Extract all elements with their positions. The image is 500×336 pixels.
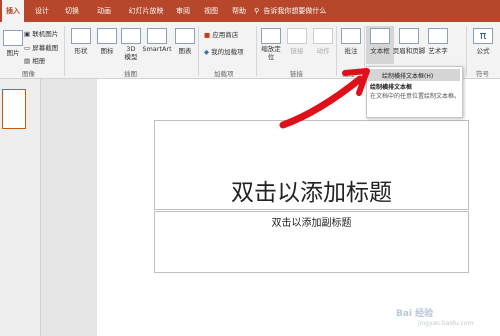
online-pictures-label: 联机图片	[32, 30, 59, 38]
wordart-icon	[428, 28, 448, 44]
tab-help[interactable]: 帮助	[228, 0, 250, 22]
watermark: Bai 经验	[396, 309, 434, 319]
shapes-icon	[71, 28, 91, 44]
link-label: 链接	[290, 47, 304, 55]
smartart-icon	[147, 28, 167, 44]
tell-me-text: 告诉我你想要做什么	[263, 7, 327, 15]
zoom-button[interactable]: 缩放定 位	[258, 26, 284, 61]
link-icon	[287, 28, 307, 44]
wordart-button[interactable]: 艺术字	[426, 26, 450, 55]
watermark-url: jingyan.baidu.com	[418, 320, 474, 327]
album-icon: ▤	[24, 57, 33, 65]
smartart-button[interactable]: SmartArt	[142, 26, 172, 53]
action-icon	[313, 28, 333, 44]
picture-button[interactable]: 图片	[0, 28, 26, 57]
subtitle-placeholder-text: 双击以添加副标题	[271, 218, 352, 229]
formula-button[interactable]: π 公式	[470, 26, 496, 55]
tooltip-title: 绘制横排文本框	[370, 84, 413, 91]
group-illustrations-label: 插图	[124, 70, 137, 78]
icons-button[interactable]: 图标	[94, 26, 120, 55]
separator	[466, 26, 467, 76]
3d-model-button[interactable]: 3D 模型	[118, 26, 144, 61]
lightbulb-icon: ⚲	[254, 7, 260, 15]
textbox-button[interactable]: 文本框	[366, 26, 394, 64]
separator	[256, 26, 257, 76]
comment-button[interactable]: 批注	[338, 26, 364, 55]
tab-design[interactable]: 设计	[32, 0, 52, 22]
textbox-dropdown-menu: 绘制横排文本框(H) 绘制横排文本框 在文档中的任意位置绘制文本框。	[366, 66, 463, 118]
tab-transitions[interactable]: 切换	[60, 0, 84, 22]
slide-thumbnail-panel[interactable]	[0, 79, 41, 336]
tab-review[interactable]: 审阅	[172, 0, 194, 22]
tab-animations[interactable]: 动画	[92, 0, 116, 22]
title-placeholder-text: 双击以添加标题	[231, 180, 392, 206]
store-button[interactable]: ■ 应用商店	[204, 29, 238, 39]
textbox-icon	[370, 28, 390, 44]
shapes-label: 形状	[74, 47, 88, 55]
tab-view[interactable]: 视图	[200, 0, 222, 22]
album-label: 相册	[32, 57, 46, 65]
header-footer-icon	[399, 28, 419, 44]
ribbon-tab-bar: 插入 设计 切换 动画 幻灯片放映 审阅 视图 帮助 ⚲ 告诉我你想要做什么	[0, 0, 500, 22]
slide-thumbnail[interactable]	[2, 89, 26, 129]
my-addins-label: 我的加载项	[211, 48, 244, 56]
group-images-label: 图像	[22, 70, 35, 78]
album-button[interactable]: ▤ 相册	[24, 55, 45, 65]
tab-insert[interactable]: 插入	[2, 0, 24, 22]
picture-icon	[3, 30, 23, 46]
cube-icon	[121, 28, 141, 44]
link-button[interactable]: 链接	[284, 26, 310, 55]
3d-model-label: 3D 模型	[124, 45, 138, 61]
picture-label: 图片	[6, 49, 20, 57]
chart-button[interactable]: 图表	[172, 26, 198, 55]
action-label: 动作	[316, 47, 330, 55]
tell-me-box[interactable]: ⚲ 告诉我你想要做什么	[254, 0, 326, 22]
tab-slideshow[interactable]: 幻灯片放映	[122, 0, 170, 22]
separator	[198, 26, 199, 76]
chart-label: 图表	[178, 47, 192, 55]
icons-label: 图标	[100, 47, 114, 55]
header-footer-button[interactable]: 页眉和页脚	[392, 26, 426, 55]
my-addins-button[interactable]: ◆ 我的加载项	[204, 46, 244, 56]
draw-horizontal-textbox-label: 绘制横排文本框(H)	[382, 73, 434, 80]
tooltip-description: 在文档中的任意位置绘制文本框。	[370, 93, 461, 100]
pi-icon: π	[473, 28, 493, 44]
formula-label: 公式	[476, 47, 490, 55]
online-pictures-button[interactable]: ▣ 联机图片	[24, 28, 58, 38]
subtitle-placeholder[interactable]: 双击以添加副标题	[154, 211, 469, 273]
action-button[interactable]: 动作	[310, 26, 336, 55]
zoom-icon	[261, 28, 281, 44]
wordart-label: 艺术字	[428, 47, 448, 55]
smartart-label: SmartArt	[142, 45, 172, 53]
textbox-label: 文本框	[370, 47, 390, 55]
bar-chart-icon	[175, 28, 195, 44]
comment-label: 批注	[344, 47, 358, 55]
screenshot-button[interactable]: ▭ 屏幕截图	[24, 42, 58, 52]
comment-plus-icon	[341, 28, 361, 44]
online-picture-icon: ▣	[24, 30, 33, 38]
draw-horizontal-textbox-item[interactable]: 绘制横排文本框(H)	[368, 69, 460, 81]
separator	[64, 26, 65, 76]
group-addins-label: 加载项	[214, 70, 234, 78]
header-footer-label: 页眉和页脚	[392, 47, 426, 55]
screenshot-icon: ▭	[24, 44, 33, 52]
red-arrow-annotation	[279, 68, 370, 129]
shapes-button[interactable]: 形状	[68, 26, 94, 55]
screenshot-label: 屏幕截图	[32, 44, 59, 52]
group-symbols-label: 符号	[476, 70, 489, 78]
icons-icon	[97, 28, 117, 44]
store-icon: ■	[204, 31, 213, 39]
zoom-label: 缩放定 位	[261, 45, 281, 61]
store-label: 应用商店	[212, 31, 239, 39]
